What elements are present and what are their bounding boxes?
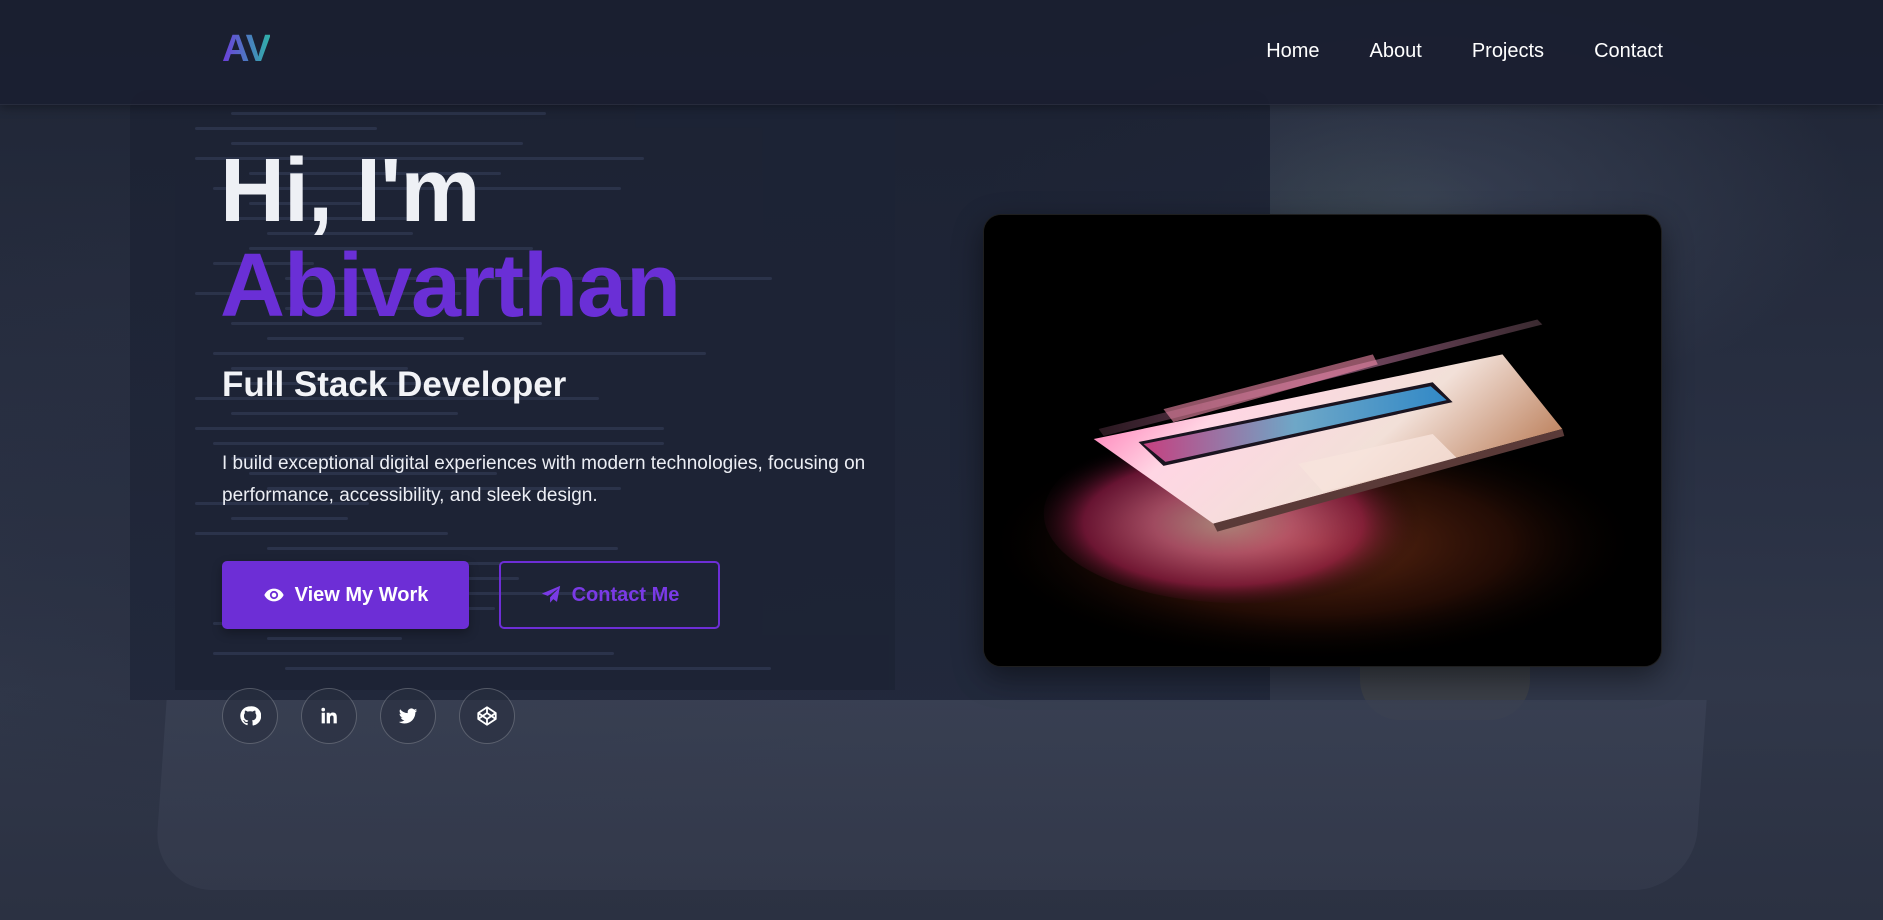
hero-laptop-image <box>983 214 1662 667</box>
background-code-line <box>231 112 546 115</box>
nav-about[interactable]: About <box>1370 40 1422 63</box>
contact-me-label: Contact Me <box>571 583 680 606</box>
view-my-work-label: View My Work <box>294 583 429 606</box>
social-links <box>222 688 515 744</box>
github-link[interactable] <box>222 688 278 744</box>
codepen-icon <box>477 706 497 726</box>
background-code-line <box>195 427 664 430</box>
background-code-line <box>195 127 377 130</box>
view-my-work-button[interactable]: View My Work <box>222 561 469 629</box>
eye-icon <box>264 588 284 602</box>
background-code-line <box>213 352 706 355</box>
background-code-line <box>285 667 771 670</box>
hero-name: Abivarthan <box>220 236 681 336</box>
codepen-link[interactable] <box>459 688 515 744</box>
background-code-line <box>195 532 448 535</box>
twitter-link[interactable] <box>380 688 436 744</box>
github-icon <box>240 706 261 726</box>
background-code-line <box>213 442 664 445</box>
nav-projects[interactable]: Projects <box>1472 40 1544 63</box>
contact-me-button[interactable]: Contact Me <box>499 561 720 629</box>
background-code-line <box>231 517 348 520</box>
nav-home[interactable]: Home <box>1266 40 1319 63</box>
hero-greeting: Hi, I'm <box>220 141 480 241</box>
main-nav: Home About Projects Contact <box>1266 40 1663 63</box>
linkedin-icon <box>321 707 337 724</box>
background-code-line <box>213 652 614 655</box>
hero-role: Full Stack Developer <box>222 365 567 404</box>
background-code-line <box>267 637 402 640</box>
paper-plane-icon <box>541 585 560 603</box>
nav-contact[interactable]: Contact <box>1594 40 1663 63</box>
background-code-line <box>267 547 618 550</box>
linkedin-link[interactable] <box>301 688 357 744</box>
twitter-icon <box>398 708 418 724</box>
background-code-line <box>231 412 458 415</box>
hero-description: I build exceptional digital experiences … <box>222 453 866 506</box>
logo[interactable]: AV <box>222 28 271 71</box>
site-header: AV Home About Projects Contact <box>0 0 1883 105</box>
